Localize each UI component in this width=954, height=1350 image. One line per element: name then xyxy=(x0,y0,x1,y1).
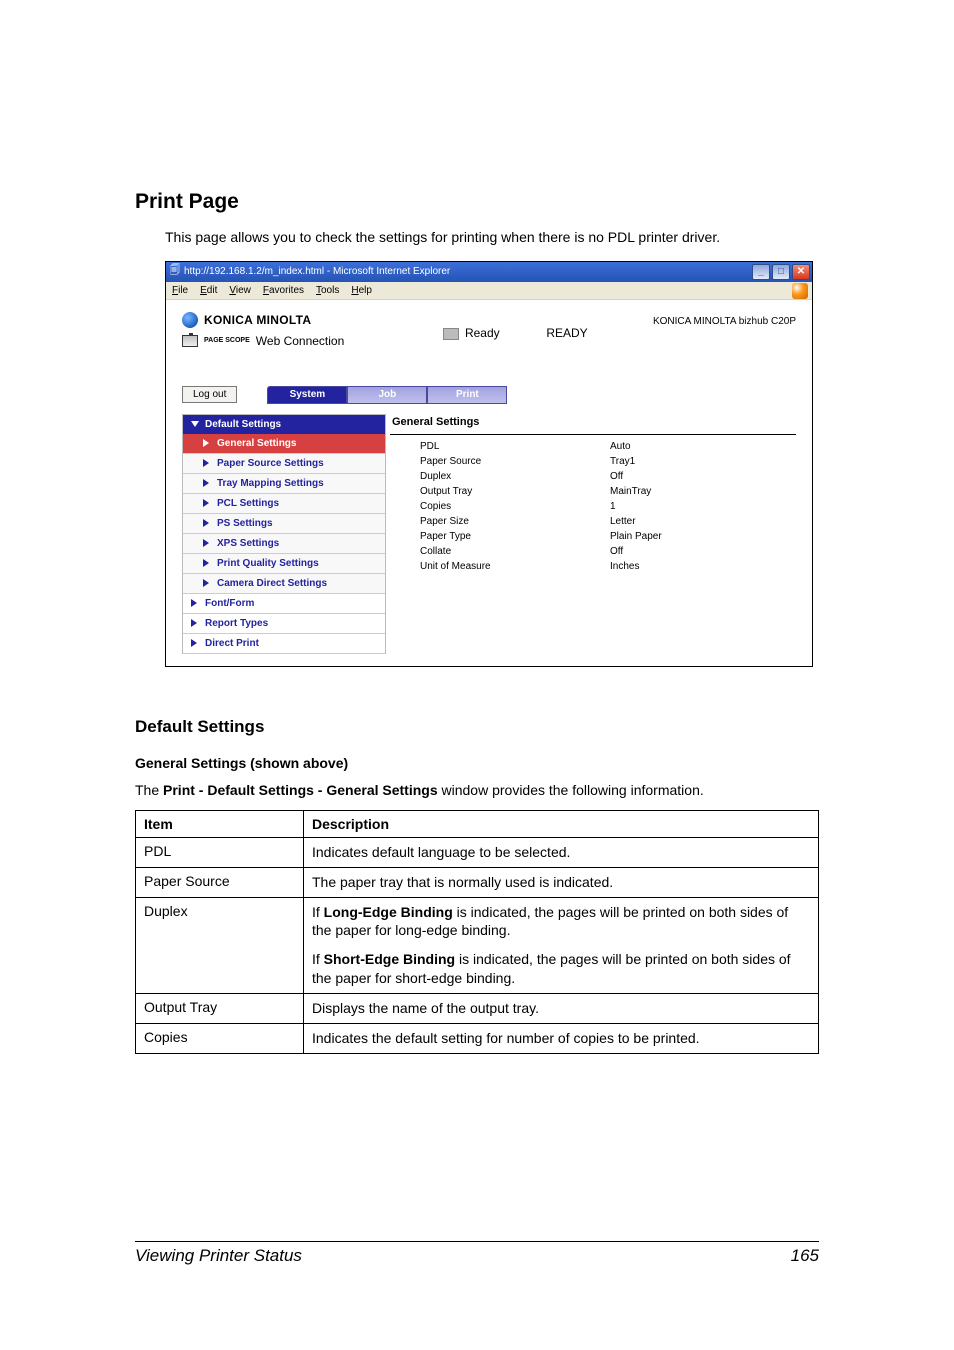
nav-header-default-settings[interactable]: Default Settings xyxy=(183,415,385,434)
setting-key: Collate xyxy=(420,546,610,557)
status-ready-line: Ready READY xyxy=(410,312,588,354)
settings-table: Item Description PDLIndicates default la… xyxy=(135,810,819,1054)
table-row: DuplexIf Long-Edge Binding is indicated,… xyxy=(136,897,819,994)
printer-status-icon xyxy=(443,328,459,340)
screenshot-browser: 🗐 http://192.168.1.2/m_index.html - Micr… xyxy=(165,261,813,667)
setting-value: 1 xyxy=(610,501,616,512)
tab-job[interactable]: Job xyxy=(347,386,427,404)
nav-tray-mapping-settings[interactable]: Tray Mapping Settings xyxy=(183,474,385,494)
cell-item: PDL xyxy=(136,837,304,867)
setting-row: DuplexOff xyxy=(390,469,796,484)
setting-key: Output Tray xyxy=(420,486,610,497)
minimize-button[interactable]: _ xyxy=(752,264,770,280)
setting-value: Off xyxy=(610,471,623,482)
ie-logo-icon xyxy=(792,283,808,299)
nav-paper-source-settings[interactable]: Paper Source Settings xyxy=(183,454,385,474)
table-row: PDLIndicates default language to be sele… xyxy=(136,837,819,867)
cell-item: Paper Source xyxy=(136,867,304,897)
cell-description: Indicates the default setting for number… xyxy=(304,1024,819,1054)
section-heading-default-settings: Default Settings xyxy=(135,717,819,737)
setting-value: MainTray xyxy=(610,486,651,497)
page-footer: Viewing Printer Status 165 xyxy=(135,1241,819,1266)
nav-font-form[interactable]: Font/Form xyxy=(183,594,385,614)
cell-description: Displays the name of the output tray. xyxy=(304,994,819,1024)
setting-value: Letter xyxy=(610,516,636,527)
browser-titlebar: 🗐 http://192.168.1.2/m_index.html - Micr… xyxy=(166,262,812,282)
nav-ps-settings[interactable]: PS Settings xyxy=(183,514,385,534)
cell-item: Duplex xyxy=(136,897,304,994)
page-title: Print Page xyxy=(135,190,819,214)
device-name: KONICA MINOLTA bizhub C20P xyxy=(653,312,796,327)
logout-button[interactable]: Log out xyxy=(182,386,237,403)
maximize-button[interactable]: □ xyxy=(772,264,790,280)
setting-value: Auto xyxy=(610,441,631,452)
setting-key: Duplex xyxy=(420,471,610,482)
side-nav: Default Settings General Settings Paper … xyxy=(182,414,386,654)
subsection-heading: General Settings (shown above) xyxy=(135,755,819,771)
cell-description: If Long-Edge Binding is indicated, the p… xyxy=(304,897,819,994)
setting-row: Copies1 xyxy=(390,499,796,514)
nav-report-types[interactable]: Report Types xyxy=(183,614,385,634)
setting-value: Inches xyxy=(610,561,639,572)
cell-item: Output Tray xyxy=(136,994,304,1024)
setting-value: Off xyxy=(610,546,623,557)
menu-favorites[interactable]: Favorites xyxy=(263,285,304,296)
section-paragraph: The Print - Default Settings - General S… xyxy=(135,781,819,800)
setting-row: PDLAuto xyxy=(390,439,796,454)
nav-general-settings[interactable]: General Settings xyxy=(183,434,385,454)
panel-title: General Settings xyxy=(390,414,796,435)
setting-row: Paper TypePlain Paper xyxy=(390,529,796,544)
table-row: CopiesIndicates the default setting for … xyxy=(136,1024,819,1054)
tab-system[interactable]: System xyxy=(267,386,347,404)
setting-key: Paper Source xyxy=(420,456,610,467)
th-item: Item xyxy=(136,810,304,837)
setting-key: Paper Type xyxy=(420,531,610,542)
cell-item: Copies xyxy=(136,1024,304,1054)
setting-key: Unit of Measure xyxy=(420,561,610,572)
setting-row: Paper SourceTray1 xyxy=(390,454,796,469)
brand-text: KONICA MINOLTA xyxy=(204,313,311,327)
brand-globe-icon xyxy=(182,312,198,328)
nav-camera-direct-settings[interactable]: Camera Direct Settings xyxy=(183,574,385,594)
window-title-text: http://192.168.1.2/m_index.html - Micros… xyxy=(184,266,450,277)
cell-description: The paper tray that is normally used is … xyxy=(304,867,819,897)
close-button[interactable]: ✕ xyxy=(792,264,810,280)
setting-key: Copies xyxy=(420,501,610,512)
menu-file[interactable]: File xyxy=(172,285,188,296)
footer-left: Viewing Printer Status xyxy=(135,1246,302,1266)
menu-view[interactable]: View xyxy=(229,285,251,296)
table-row: Output TrayDisplays the name of the outp… xyxy=(136,994,819,1024)
tab-print[interactable]: Print xyxy=(427,386,507,404)
settings-panel: General Settings PDLAutoPaper SourceTray… xyxy=(390,414,796,654)
setting-row: CollateOff xyxy=(390,544,796,559)
setting-row: Unit of MeasureInches xyxy=(390,559,796,574)
browser-menubar: File Edit View Favorites Tools Help xyxy=(166,282,812,300)
intro-paragraph: This page allows you to check the settin… xyxy=(165,228,819,247)
footer-page-number: 165 xyxy=(791,1246,819,1266)
tab-bar: System Job Print xyxy=(267,386,507,404)
th-description: Description xyxy=(304,810,819,837)
setting-key: PDL xyxy=(420,441,610,452)
setting-value: Plain Paper xyxy=(610,531,662,542)
setting-row: Output TrayMainTray xyxy=(390,484,796,499)
table-row: Paper SourceThe paper tray that is norma… xyxy=(136,867,819,897)
cell-description: Indicates default language to be selecte… xyxy=(304,837,819,867)
setting-row: Paper SizeLetter xyxy=(390,514,796,529)
setting-key: Paper Size xyxy=(420,516,610,527)
chevron-down-icon xyxy=(191,421,199,427)
pagescope-prefix: PAGE SCOPE xyxy=(204,337,250,344)
menu-help[interactable]: Help xyxy=(351,285,372,296)
nav-direct-print[interactable]: Direct Print xyxy=(183,634,385,654)
pagescope-icon xyxy=(182,335,198,347)
web-connection-text: Web Connection xyxy=(256,334,345,348)
nav-pcl-settings[interactable]: PCL Settings xyxy=(183,494,385,514)
nav-print-quality-settings[interactable]: Print Quality Settings xyxy=(183,554,385,574)
nav-xps-settings[interactable]: XPS Settings xyxy=(183,534,385,554)
menu-tools[interactable]: Tools xyxy=(316,285,339,296)
menu-edit[interactable]: Edit xyxy=(200,285,217,296)
ie-page-icon: 🗐 xyxy=(170,263,180,280)
setting-value: Tray1 xyxy=(610,456,635,467)
